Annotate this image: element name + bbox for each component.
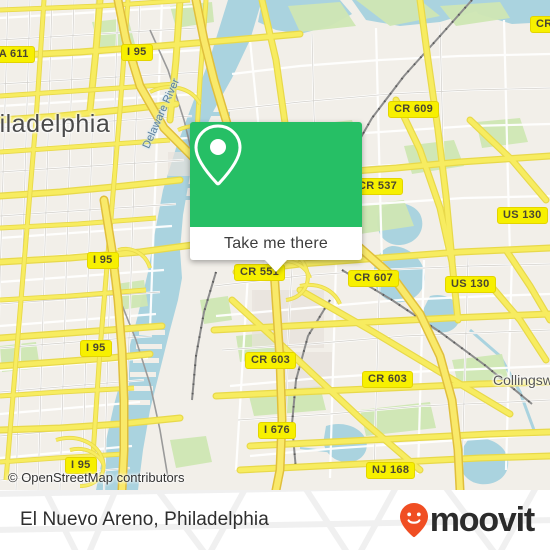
popup-action-bar[interactable]: Take me there [190, 227, 362, 272]
road-shield-cr-603-b: CR 603 [362, 371, 414, 388]
map-canvas[interactable]: Philadelphia Collingswood Delaware River… [0, 0, 550, 490]
road-shield-i-676: I 676 [258, 422, 296, 439]
map-attribution: © OpenStreetMap contributors [8, 470, 185, 485]
popup-pointer-tail [265, 260, 287, 272]
footer-bar: El Nuevo Areno, Philadelphia moovit [0, 490, 550, 550]
map-label-collingswood: Collingswood [493, 372, 550, 388]
road-shield-cr-609: CR 609 [388, 101, 440, 118]
road-shield-cr-607: CR 607 [348, 270, 400, 287]
popup-header [190, 122, 362, 227]
road-shield-us-130-b: US 130 [445, 276, 496, 293]
road-shield-i-95-c: I 95 [80, 340, 112, 357]
take-me-there-label: Take me there [224, 234, 328, 252]
road-shield-nj-168: NJ 168 [366, 462, 416, 479]
moovit-brand: moovit [399, 501, 535, 539]
road-shield-cr-top-right: CR [530, 16, 550, 33]
road-shield-pa-611: PA 611 [0, 46, 35, 63]
map-label-philadelphia: Philadelphia [0, 110, 111, 138]
location-popup[interactable]: Take me there [190, 122, 362, 272]
moovit-smiley-pin-icon [399, 503, 428, 538]
road-shield-i-95-b: I 95 [87, 252, 119, 269]
road-shield-us-130-a: US 130 [497, 207, 548, 224]
moovit-wordmark: moovit [429, 501, 535, 539]
road-shield-cr-603-a: CR 603 [245, 352, 297, 369]
road-shield-i-95-a: I 95 [121, 44, 153, 61]
location-title: El Nuevo Areno, Philadelphia [20, 509, 269, 530]
map-screenshot: Philadelphia Collingswood Delaware River… [0, 0, 550, 550]
map-pin-icon [194, 124, 242, 186]
